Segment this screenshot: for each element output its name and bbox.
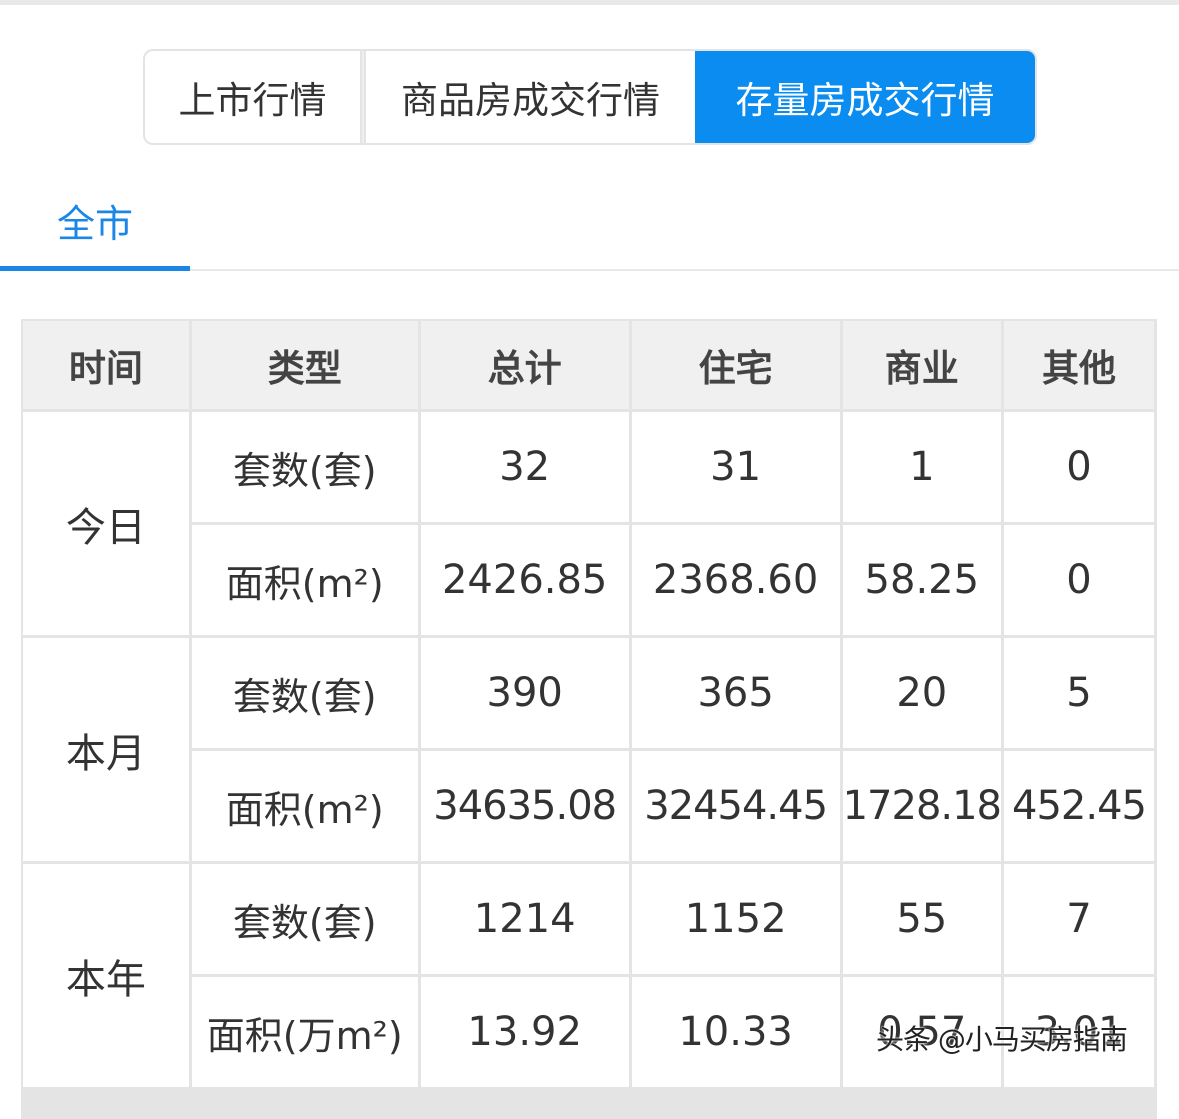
total-cell: 13.92 [420,977,629,1087]
type-cell: 套数(套) [191,412,418,522]
commercial-cell: 1 [842,412,1002,522]
tab-all-city[interactable]: 全市 [0,170,190,270]
active-tab-indicator [0,266,190,271]
header-time: 时间 [23,321,189,409]
transactions-table: 时间 类型 总计 住宅 商业 其他 今日 套数(套) 32 31 1 0 面积(… [20,318,1157,1090]
residential-cell: 32454.45 [631,751,840,861]
header-type: 类型 [191,321,418,409]
residential-cell: 365 [631,638,840,748]
other-cell: 0 [1004,525,1154,635]
tab-resale-transactions[interactable]: 存量房成交行情 [695,51,1035,143]
total-cell: 32 [420,412,629,522]
period-cell-today: 今日 [23,412,189,635]
transactions-table-container: 时间 类型 总计 住宅 商业 其他 今日 套数(套) 32 31 1 0 面积(… [21,319,1157,1119]
other-cell: 452.45 [1004,751,1154,861]
tab-new-home-transactions[interactable]: 商品房成交行情 [366,51,695,143]
market-segmented-control: 上市行情 商品房成交行情 存量房成交行情 [143,49,1037,145]
residential-cell: 2368.60 [631,525,840,635]
commercial-cell: 20 [842,638,1002,748]
other-cell: 7 [1004,864,1154,974]
table-row: 面积(m²) 34635.08 32454.45 1728.18 452.45 [23,751,1154,861]
type-cell: 面积(万m²) [191,977,418,1087]
header-total: 总计 [420,321,629,409]
total-cell: 2426.85 [420,525,629,635]
top-divider [0,0,1179,5]
type-cell: 套数(套) [191,638,418,748]
residential-cell: 10.33 [631,977,840,1087]
header-other: 其他 [1004,321,1154,409]
total-cell: 390 [420,638,629,748]
table-row: 面积(m²) 2426.85 2368.60 58.25 0 [23,525,1154,635]
commercial-cell: 55 [842,864,1002,974]
period-cell-this-month: 本月 [23,638,189,861]
residential-cell: 1152 [631,864,840,974]
source-watermark: 头条 @小马买房指南 [876,1023,1128,1056]
type-cell: 套数(套) [191,864,418,974]
total-cell: 34635.08 [420,751,629,861]
commercial-cell: 1728.18 [842,751,1002,861]
header-commercial: 商业 [842,321,1002,409]
total-cell: 1214 [420,864,629,974]
type-cell: 面积(m²) [191,751,418,861]
other-cell: 5 [1004,638,1154,748]
other-cell: 0 [1004,412,1154,522]
header-residential: 住宅 [631,321,840,409]
tabs-divider [190,269,1179,271]
commercial-cell: 58.25 [842,525,1002,635]
type-cell: 面积(m²) [191,525,418,635]
table-row: 本年 套数(套) 1214 1152 55 7 [23,864,1154,1087]
table-row: 本月 套数(套) 390 365 20 5 [23,638,1154,861]
tab-listing-market[interactable]: 上市行情 [145,51,362,143]
period-cell-this-year: 本年 [23,864,189,1087]
table-row: 今日 套数(套) 32 31 1 0 [23,412,1154,635]
table-header-row: 时间 类型 总计 住宅 商业 其他 [23,321,1154,409]
residential-cell: 31 [631,412,840,522]
